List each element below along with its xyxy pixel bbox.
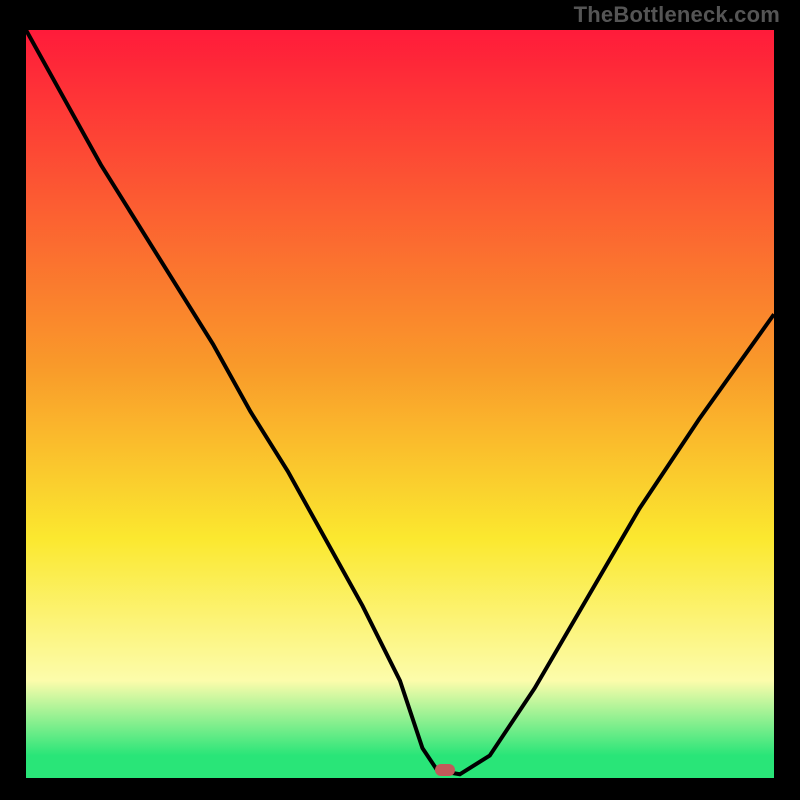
chart-frame: TheBottleneck.com <box>0 0 800 800</box>
optimal-marker <box>435 764 455 776</box>
bottleneck-curve <box>26 30 774 778</box>
plot-area <box>26 30 774 774</box>
watermark-text: TheBottleneck.com <box>574 2 780 28</box>
